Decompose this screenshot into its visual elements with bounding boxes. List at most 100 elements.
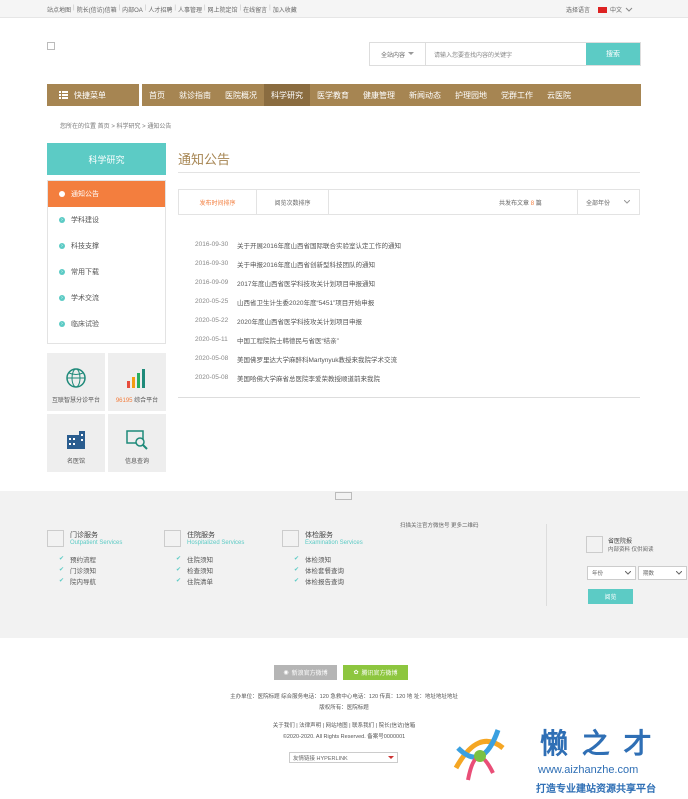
tile-famous-doctors[interactable]: 名医馆 bbox=[47, 414, 105, 472]
footer-link[interactable]: ✔ 院内导航 bbox=[47, 575, 157, 586]
list-icon bbox=[59, 91, 68, 99]
news-date: 2016-09-09 bbox=[195, 279, 229, 286]
nav-item[interactable]: 新闻动态 bbox=[402, 84, 448, 106]
scan-qr-text[interactable]: 扫描关注官方微信号 更多二维码 bbox=[400, 521, 479, 529]
globe-icon bbox=[64, 367, 88, 389]
top-link[interactable]: 在线留言 bbox=[243, 5, 267, 14]
sidebar-item[interactable]: › 常用下载 bbox=[48, 259, 165, 285]
chevron-down-icon bbox=[625, 7, 633, 12]
link-separator: | bbox=[118, 5, 121, 11]
news-title[interactable]: 美国佛罗里达大学麻醉科Martynyuk教授来我院学术交流 bbox=[237, 354, 397, 364]
weibo-icon: ◉ bbox=[283, 670, 289, 676]
news-item[interactable]: 2016-09-09 2017年度山西省医学科技攻关计划项目申报通知 bbox=[195, 273, 625, 292]
sidebar-item-label: 常用下载 bbox=[71, 269, 99, 276]
footer-link[interactable]: ✔ 门诊须知 bbox=[47, 564, 157, 575]
top-link[interactable]: 站点地图 bbox=[47, 5, 71, 14]
nav-item[interactable]: 党群工作 bbox=[494, 84, 540, 106]
search-scope-select[interactable]: 全站内容 bbox=[370, 43, 426, 65]
footer-link[interactable]: ✔ 住院须知 bbox=[164, 553, 274, 564]
sidebar-item[interactable]: › 学术交流 bbox=[48, 285, 165, 311]
news-title[interactable]: 美国哈佛大学麻省总医院李爱荣教授顺道前来我院 bbox=[237, 373, 380, 383]
sidebar-item-label: 通知公告 bbox=[71, 191, 99, 198]
news-title[interactable]: 关于开展2016年度山西省国际联合实验室认定工作的通知 bbox=[237, 240, 401, 250]
news-item[interactable]: 2020-05-08 美国佛罗里达大学麻醉科Martynyuk教授来我院学术交流 bbox=[195, 349, 625, 368]
tencent-weibo-button[interactable]: ✿ 腾讯官方微博 bbox=[343, 665, 408, 680]
filter-bar: 发布时间排序 阅览次数排序 共发布文章 8 篇 全部年份 bbox=[178, 189, 640, 215]
footer-banner-image bbox=[335, 492, 352, 500]
chevron-down-icon bbox=[625, 571, 631, 575]
nav-item[interactable]: 医学教育 bbox=[310, 84, 356, 106]
sidebar-item-label: 学科建设 bbox=[71, 217, 99, 224]
nav-item[interactable]: 就诊指南 bbox=[172, 84, 218, 106]
nav-item[interactable]: 科学研究 bbox=[264, 84, 310, 106]
column-title: 门诊服务 bbox=[70, 532, 98, 539]
friend-links-select[interactable]: 友情链接 HYPERLINK bbox=[289, 752, 398, 763]
top-link[interactable]: 院长(信访)信箱 bbox=[77, 5, 117, 14]
site-logo[interactable] bbox=[47, 42, 55, 50]
search-input[interactable]: 请输入您要查找内容的关键字 bbox=[426, 43, 586, 65]
news-item[interactable]: 2020-05-11 中国工程院院士韩德民与省医“结亲” bbox=[195, 330, 625, 349]
footer-link[interactable]: ✔ 检查须知 bbox=[164, 564, 274, 575]
newspaper-icon bbox=[586, 536, 603, 553]
news-item[interactable]: 2020-05-22 2020年度山西省医学科技攻关计划项目申报 bbox=[195, 311, 625, 330]
top-link[interactable]: 加入收藏 bbox=[273, 5, 297, 14]
language-label: 选择语言 bbox=[566, 8, 591, 14]
news-title[interactable]: 2020年度山西省医学科技攻关计划项目申报 bbox=[237, 316, 362, 326]
news-item[interactable]: 2020-05-08 美国哈佛大学麻省总医院李爱荣教授顺道前来我院 bbox=[195, 368, 625, 387]
nav-item[interactable]: 健康管理 bbox=[356, 84, 402, 106]
newspaper-read-button[interactable]: 阅览 bbox=[588, 589, 633, 604]
language-selector[interactable]: 选择语言 中文 bbox=[566, 5, 633, 14]
newspaper-issue-select[interactable]: 期数 bbox=[638, 566, 687, 580]
footer-link[interactable]: ✔ 住院清单 bbox=[164, 575, 274, 586]
nav-item[interactable]: 护理园地 bbox=[448, 84, 494, 106]
nav-item[interactable]: 云医院 bbox=[540, 84, 578, 106]
nav-item[interactable]: 首页 bbox=[142, 84, 172, 106]
tile-triage-platform[interactable]: 互联智慧分诊平台 bbox=[47, 353, 105, 411]
news-date: 2016-09-30 bbox=[195, 260, 229, 267]
tile-label: 96195 综合平台 bbox=[115, 398, 159, 404]
nav-item[interactable]: 医院概况 bbox=[218, 84, 264, 106]
column-subtitle: Outpatient Services bbox=[70, 540, 123, 546]
sina-weibo-button[interactable]: ◉ 新浪官方微博 bbox=[274, 665, 337, 680]
news-item[interactable]: 2016-09-30 关于开展2016年度山西省国际联合实验室认定工作的通知 bbox=[195, 235, 625, 254]
footer-link[interactable]: ✔ 体检报告查询 bbox=[282, 575, 392, 586]
news-title[interactable]: 关于申报2016年度山西省创新型科技团队的通知 bbox=[237, 259, 375, 269]
top-link[interactable]: 内部OA bbox=[122, 5, 143, 14]
sort-by-views-tab[interactable]: 阅览次数排序 bbox=[257, 190, 329, 214]
chevron-down-icon bbox=[408, 52, 414, 55]
link-separator: | bbox=[174, 5, 176, 11]
sort-by-date-tab[interactable]: 发布时间排序 bbox=[179, 190, 257, 214]
newspaper-year-select[interactable]: 年份 bbox=[587, 566, 636, 580]
year-filter-select[interactable]: 全部年份 bbox=[577, 190, 639, 214]
language-value[interactable]: 中文 bbox=[610, 5, 622, 14]
page-title: 通知公告 bbox=[178, 152, 231, 167]
link-separator: | bbox=[144, 5, 147, 11]
news-title[interactable]: 山西省卫生计生委2020年度“5451”项目开始申报 bbox=[237, 297, 374, 307]
footer-link[interactable]: ✔ 体检套餐查询 bbox=[282, 564, 392, 575]
hospital-newspaper: 省医院报 内部资料 仅供阅读 bbox=[586, 536, 686, 553]
search-button[interactable]: 搜索 bbox=[586, 43, 640, 65]
outpatient-icon bbox=[47, 530, 64, 547]
title-divider bbox=[178, 172, 640, 173]
sidebar-item[interactable]: › 通知公告 bbox=[48, 181, 165, 207]
news-item[interactable]: 2016-09-30 关于申报2016年度山西省创新型科技团队的通知 bbox=[195, 254, 625, 273]
news-item[interactable]: 2020-05-25 山西省卫生计生委2020年度“5451”项目开始申报 bbox=[195, 292, 625, 311]
quick-menu-button[interactable]: 快捷菜单 bbox=[47, 84, 139, 106]
check-icon: ✔ bbox=[59, 567, 65, 573]
sidebar-item[interactable]: › 临床试验 bbox=[48, 311, 165, 337]
news-title[interactable]: 中国工程院院士韩德民与省医“结亲” bbox=[237, 335, 339, 345]
news-title[interactable]: 2017年度山西省医学科技攻关计划项目申报通知 bbox=[237, 278, 375, 288]
sidebar-item[interactable]: › 学科建设 bbox=[48, 207, 165, 233]
tile-96195-platform[interactable]: 96195 综合平台 bbox=[108, 353, 166, 411]
top-link[interactable]: 人事管理 bbox=[178, 5, 202, 14]
sidebar-item-label: 学术交流 bbox=[71, 295, 99, 302]
tile-info-query[interactable]: 信息查询 bbox=[108, 414, 166, 472]
footer-link[interactable]: ✔ 预约流程 bbox=[47, 553, 157, 564]
arrow-circle-icon: › bbox=[59, 217, 65, 223]
footer-link[interactable]: ✔ 体检须知 bbox=[282, 553, 392, 564]
top-link[interactable]: 网上院定馆 bbox=[208, 5, 238, 14]
sidebar-item[interactable]: › 科技支撑 bbox=[48, 233, 165, 259]
chevron-down-icon bbox=[388, 755, 394, 759]
top-link[interactable]: 人才招聘 bbox=[148, 5, 172, 14]
china-flag-icon bbox=[598, 6, 608, 13]
